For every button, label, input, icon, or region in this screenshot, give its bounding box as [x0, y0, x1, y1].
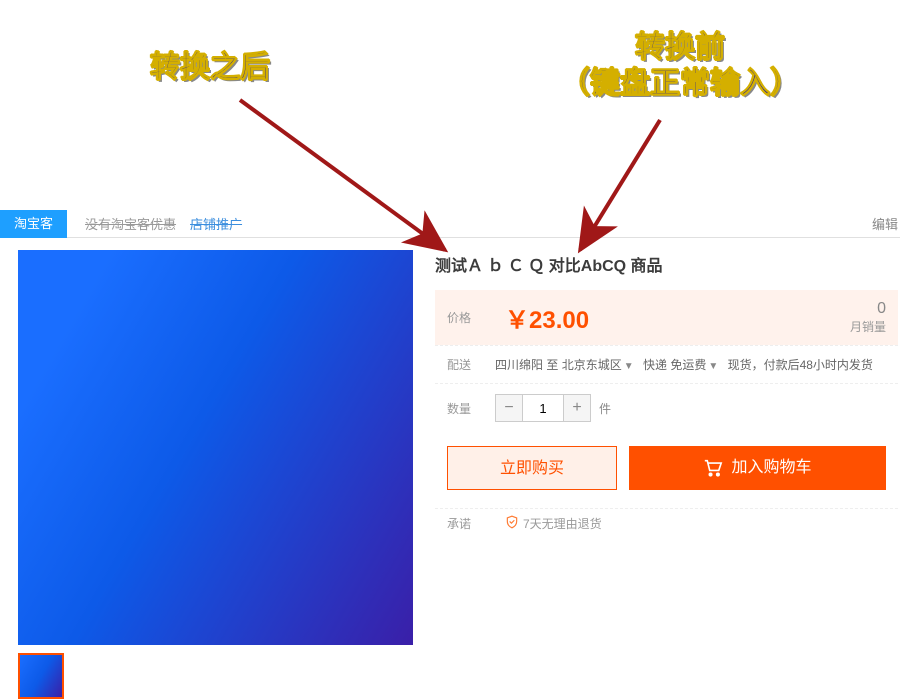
qty-decrease-button[interactable]: − [496, 395, 522, 421]
tab-taobaoke[interactable]: 淘宝客 [0, 210, 67, 238]
quantity-stepper: − + [495, 394, 591, 422]
chevron-down-icon: ▼ [708, 361, 718, 372]
promise-text: 7天无理由退货 [523, 515, 602, 532]
stock-text: 现货，付款后48小时内发货 [728, 358, 873, 372]
shipping-row: 配送 四川绵阳 至 北京东城区▼ 快递 免运费▼ 现货，付款后48小时内发货 [435, 345, 898, 383]
add-to-cart-button[interactable]: 加入购物车 [629, 446, 886, 490]
thumbnail-strip [18, 653, 413, 699]
promise-row: 承诺 7天无理由退货 [435, 508, 898, 538]
ship-to-word: 至 [546, 358, 558, 372]
shield-icon [505, 515, 519, 532]
cart-icon [703, 459, 723, 477]
thumbnail-1[interactable] [18, 653, 64, 699]
shop-promo-link[interactable]: 店铺推广 [190, 214, 242, 233]
shipping-label: 配送 [447, 356, 495, 373]
sales-count: 0 [850, 300, 886, 318]
price-label: 价格 [447, 309, 495, 326]
action-buttons: 立即购买 加入购物车 [435, 432, 898, 508]
quantity-unit: 件 [599, 400, 611, 417]
sales-label: 月销量 [850, 320, 886, 334]
main-product-image[interactable] [18, 250, 413, 645]
price-value: ￥23.00 [505, 300, 589, 335]
promise-label: 承诺 [447, 515, 495, 532]
product-details: 测试Ａ ｂ Ｃ Ｑ 对比AbCQ 商品 价格 ￥23.00 0 月销量 配送 四… [435, 250, 898, 699]
no-discount-text: 没有淘宝客优惠 [85, 214, 176, 233]
chevron-down-icon: ▼ [624, 361, 634, 372]
quantity-label: 数量 [447, 400, 495, 417]
quantity-row: 数量 − + 件 [435, 383, 898, 432]
qty-increase-button[interactable]: + [564, 395, 590, 421]
top-tab-bar: 淘宝客 没有淘宝客优惠 店铺推广 编辑 [0, 210, 900, 238]
product-gallery [18, 250, 413, 699]
product-content: 测试Ａ ｂ Ｃ Ｑ 对比AbCQ 商品 价格 ￥23.00 0 月销量 配送 四… [18, 250, 898, 699]
annotation-after: 转换之后 [150, 50, 270, 86]
annotation-before: 转换前 （键盘正常输入） [560, 30, 800, 102]
quantity-input[interactable] [522, 395, 564, 421]
price-band: 价格 ￥23.00 0 月销量 [435, 290, 898, 345]
express-selector[interactable]: 快递 免运费▼ [643, 358, 728, 372]
monthly-sales: 0 月销量 [850, 300, 886, 335]
ship-from: 四川绵阳 [495, 358, 543, 372]
buy-now-button[interactable]: 立即购买 [447, 446, 617, 490]
edit-link[interactable]: 编辑 [872, 214, 898, 233]
ship-to-selector[interactable]: 北京东城区▼ [562, 358, 643, 372]
product-title: 测试Ａ ｂ Ｃ Ｑ 对比AbCQ 商品 [435, 252, 898, 276]
